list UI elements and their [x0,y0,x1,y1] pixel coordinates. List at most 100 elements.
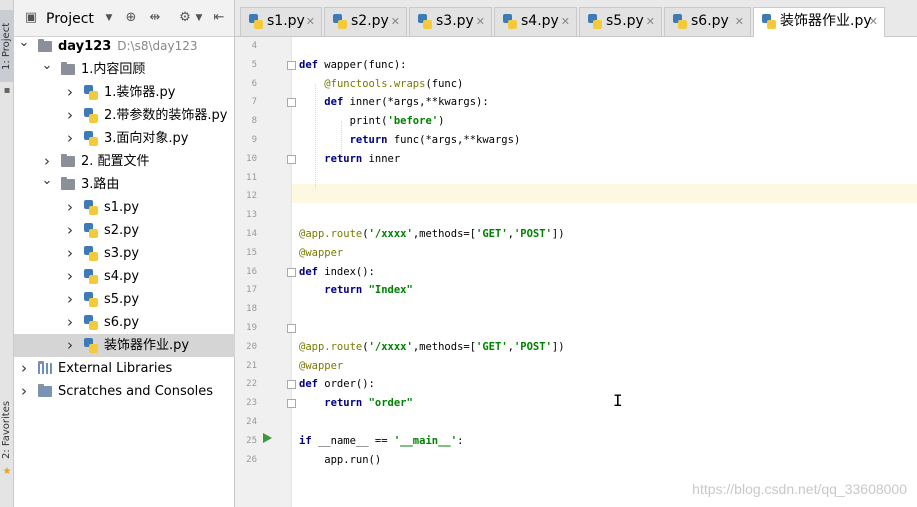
run-main-icon[interactable] [263,433,272,443]
tab-label: s2.py [351,13,389,29]
python-file-icon [503,14,517,29]
fold-marker-icon[interactable] [287,60,296,70]
collapse-all-icon[interactable]: ⇹ [148,11,162,25]
fold-marker-icon[interactable] [287,154,296,164]
close-tab-icon[interactable]: ✕ [476,8,485,35]
fold-marker-icon[interactable] [287,380,296,390]
code-editor[interactable]: 4 5 6 7 8 9 10 11 12 13 14 15 16 17 18 19 20 21 22 23 24 25 26… [235,37,917,507]
editor-tab[interactable]: 装饰器作业.py ✕ [753,7,885,37]
close-tab-icon[interactable]: ✕ [306,8,315,35]
line-number: 21 [246,360,257,371]
favorites-tool-tab[interactable]: 2: Favorites [0,395,14,465]
close-tab-icon[interactable]: ✕ [646,8,655,35]
collapse-chevron-icon[interactable]: › [64,311,76,334]
code-line[interactable]: @functools.wraps(func) [299,75,463,94]
mouse-ibeam-cursor-icon: I [613,391,623,410]
collapse-chevron-icon[interactable]: › [64,196,76,219]
editor-tab[interactable]: s6.py ✕ [664,7,751,36]
collapse-chevron-icon[interactable]: › [64,104,76,127]
settings-chevron-icon[interactable]: ▼ [192,11,206,25]
code-line[interactable]: def index(): [299,263,375,282]
expand-chevron-icon[interactable]: ⌄ [41,169,53,192]
code-line[interactable]: app.run() [299,451,381,470]
project-panel-title[interactable]: Project [46,11,94,27]
collapse-chevron-icon[interactable]: › [64,127,76,150]
tab-label: s3.py [436,13,474,29]
tree-file-item[interactable]: › 2.带参数的装饰器.py [14,104,235,127]
line-number: 25 [246,435,257,446]
close-tab-icon[interactable]: ✕ [561,8,570,35]
fold-marker-icon[interactable] [287,399,296,409]
tree-item-label: s4.py [104,269,140,284]
project-tool-tab[interactable]: 1: Project [0,10,14,82]
tree-file-item[interactable]: › s2.py [14,219,235,242]
view-dropdown-chevron-icon[interactable]: ▼ [102,11,116,25]
folder-icon [61,177,75,190]
tree-folder-item[interactable]: ⌄ 3.路由 [14,173,235,196]
tree-file-item[interactable]: › s6.py [14,311,235,334]
collapse-chevron-icon[interactable]: › [64,81,76,104]
line-number: 23 [246,398,257,409]
code-line[interactable]: def order(): [299,375,375,394]
code-line[interactable]: @wapper [299,357,343,376]
structure-icon[interactable]: ▪ [2,86,12,96]
tree-file-item[interactable]: › s5.py [14,288,235,311]
tree-file-item[interactable]: › 1.装饰器.py [14,81,235,104]
code-line[interactable]: return "order" [299,394,413,413]
collapse-chevron-icon[interactable]: › [64,242,76,265]
fold-marker-icon[interactable] [287,267,296,277]
tree-file-item[interactable]: › 3.面向对象.py [14,127,235,150]
editor-tab[interactable]: s4.py ✕ [494,7,577,36]
code-line[interactable]: if __name__ == '__main__': [299,432,463,451]
collapse-chevron-icon[interactable]: › [64,265,76,288]
code-line[interactable]: return func(*args,**kwargs) [299,131,521,150]
settings-gear-icon[interactable]: ⚙ [178,11,192,25]
editor-tab[interactable]: s5.py ✕ [579,7,662,36]
line-number: 4 [251,41,257,51]
editor-tab[interactable]: s1.py ✕ [240,7,322,36]
collapse-chevron-icon[interactable]: › [64,219,76,242]
editor-tab[interactable]: s3.py ✕ [409,7,492,36]
tree-folder-item[interactable]: › External Libraries [14,357,235,380]
python-file-icon [84,223,98,238]
line-number: 9 [251,135,257,145]
code-line[interactable]: return inner [299,150,400,169]
scroll-from-source-icon[interactable]: ⊕ [124,11,138,25]
code-line[interactable]: @app.route('/xxxx',methods=['GET','POST'… [299,225,565,244]
tree-item-label: 装饰器作业.py [104,338,190,353]
tree-folder-item[interactable]: › Scratches and Consoles [14,380,235,403]
hide-panel-icon[interactable]: ⇤ [212,11,226,25]
close-tab-icon[interactable]: ✕ [735,8,744,35]
line-number: 13 [246,210,257,221]
tree-item-label: 1.装饰器.py [104,85,176,100]
close-tab-icon[interactable]: ✕ [391,8,400,35]
close-tab-icon[interactable]: ✕ [869,8,878,35]
code-line[interactable]: @wapper [299,244,343,263]
collapse-chevron-icon[interactable]: › [18,380,30,403]
expand-chevron-icon[interactable]: ⌄ [18,31,30,54]
python-file-icon [84,246,98,261]
tree-file-item[interactable]: › s4.py [14,265,235,288]
tree-item-label: 3.面向对象.py [104,131,189,146]
collapse-chevron-icon[interactable]: › [64,288,76,311]
fold-marker-icon[interactable] [287,98,296,108]
code-line[interactable]: def inner(*args,**kwargs): [299,93,488,112]
fold-marker-icon[interactable] [287,324,296,333]
tree-file-item[interactable]: › s1.py [14,196,235,219]
code-line[interactable]: return "Index" [299,281,413,300]
code-line[interactable]: @app.route('/xxxx',methods=['GET','POST'… [299,338,565,357]
line-number: 8 [251,116,257,127]
tree-folder-item[interactable]: ⌄ 1.内容回顾 [14,58,235,81]
code-line[interactable]: def wapper(func): [299,56,406,75]
expand-chevron-icon[interactable]: ⌄ [41,54,53,77]
tree-file-item[interactable]: › s3.py [14,242,235,265]
line-number: 5 [251,59,257,70]
tree-file-item[interactable]: › 装饰器作业.py [14,334,235,357]
collapse-chevron-icon[interactable]: › [64,334,76,357]
tree-item-label: 2.带参数的装饰器.py [104,108,228,123]
favorites-star-icon[interactable]: ★ [2,467,12,477]
tree-item-label: 2. 配置文件 [81,154,150,169]
code-line[interactable]: print('before') [299,112,445,131]
editor-tab[interactable]: s2.py ✕ [324,7,407,36]
collapse-chevron-icon[interactable]: › [18,357,30,380]
